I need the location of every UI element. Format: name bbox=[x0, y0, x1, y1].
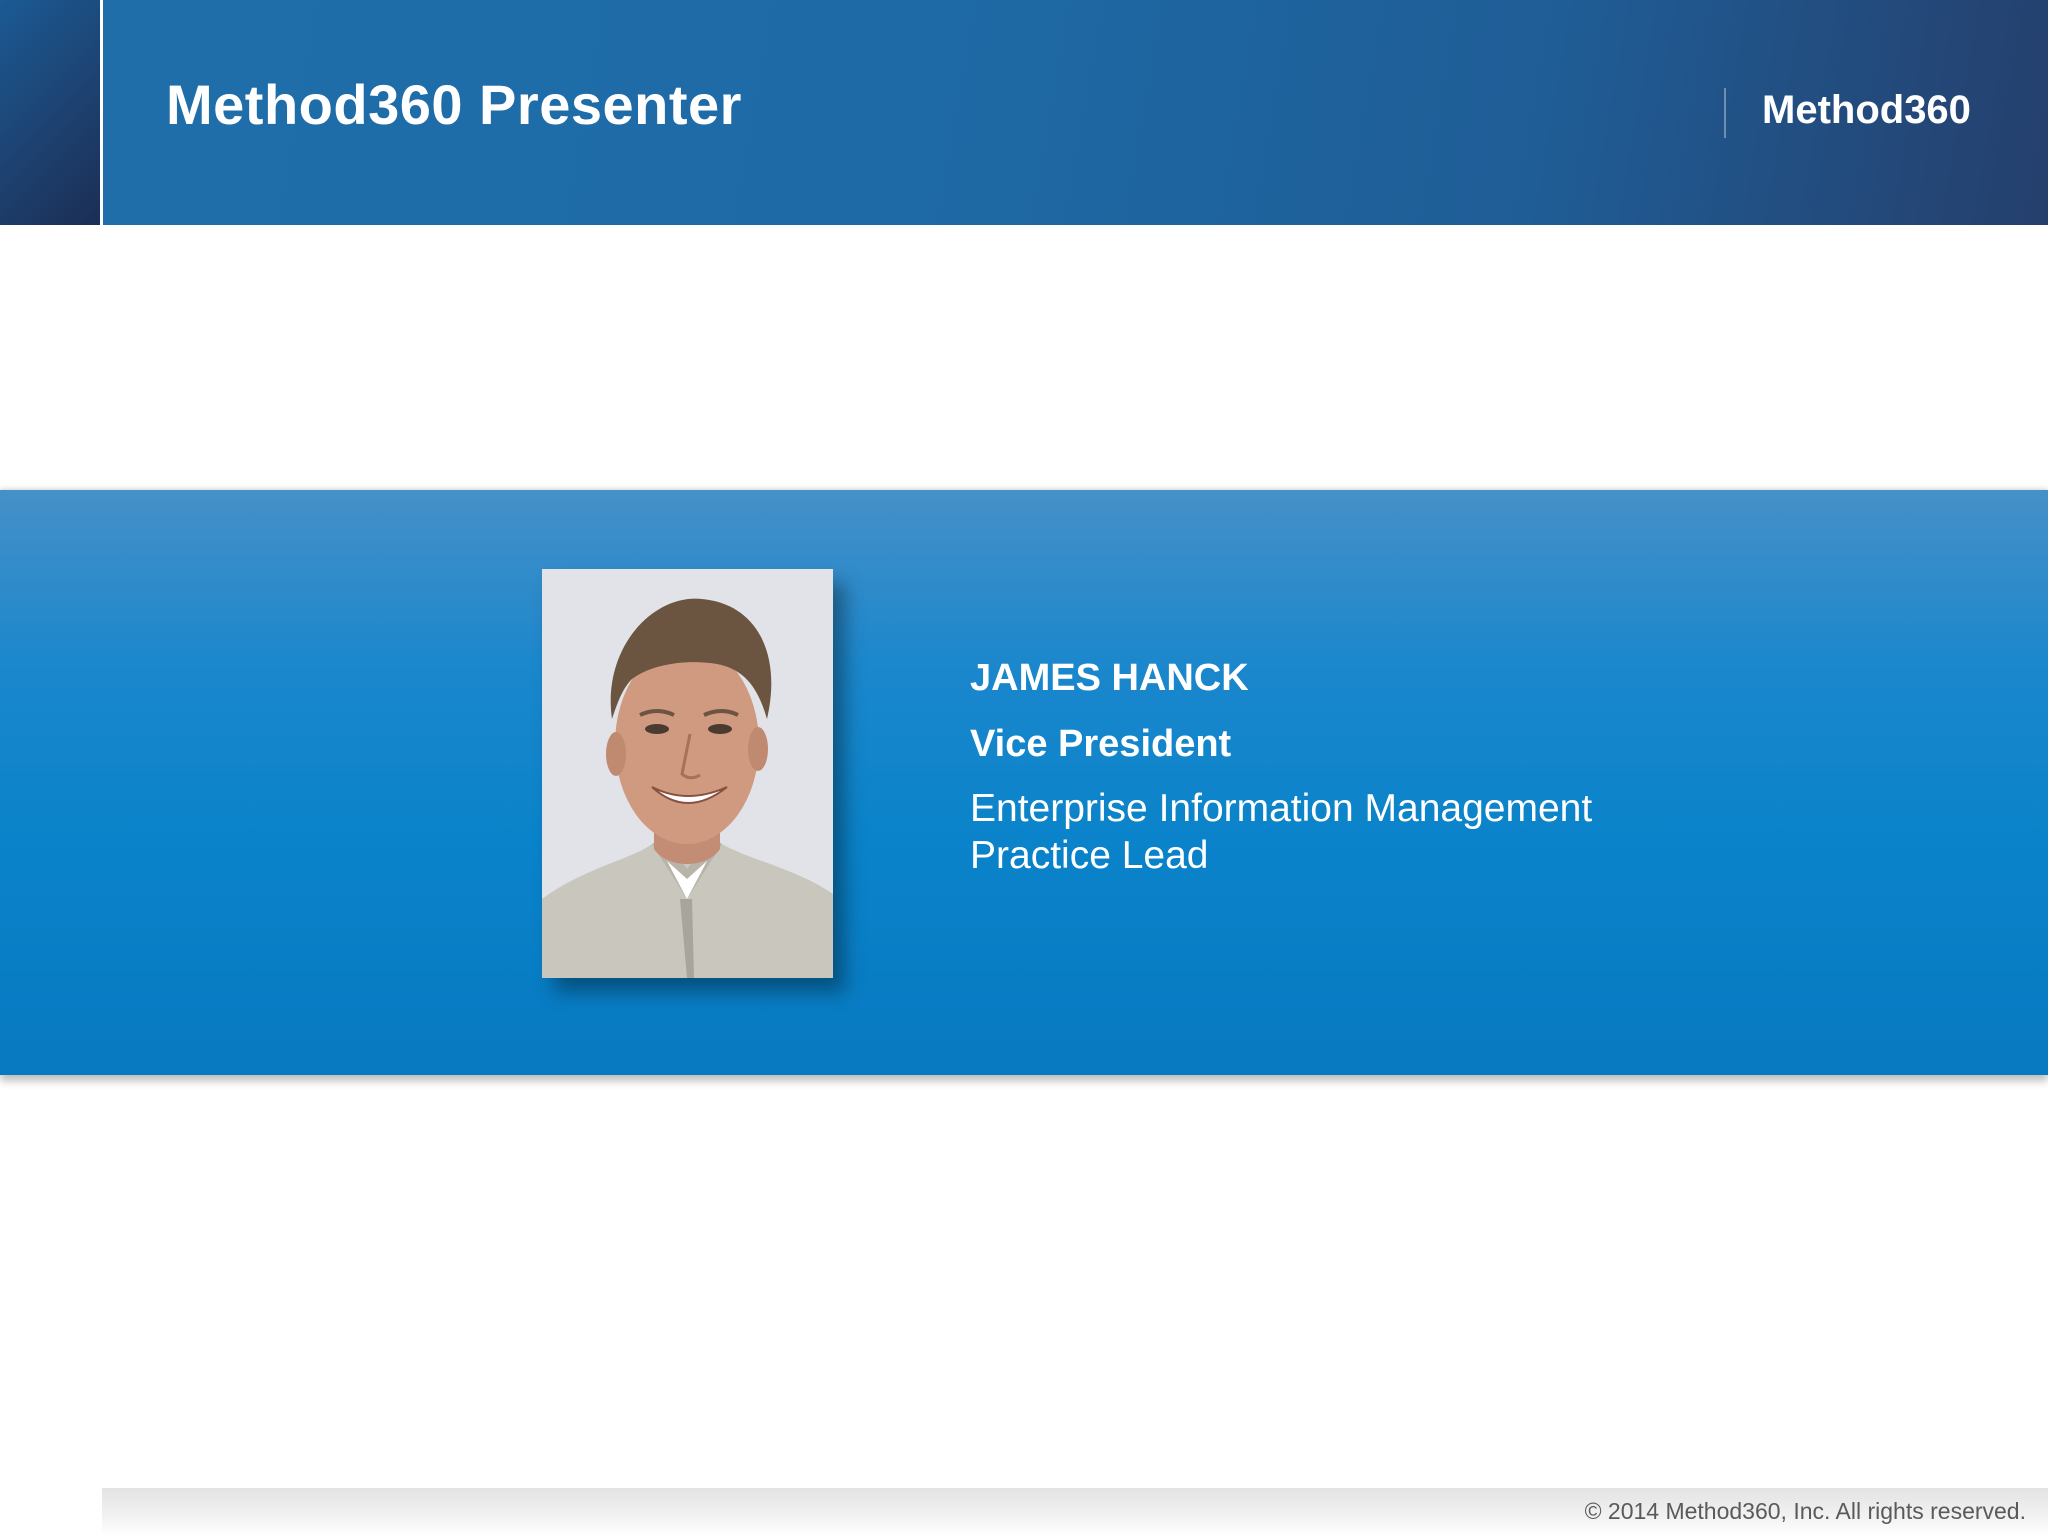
slide-title: Method360 Presenter bbox=[166, 73, 742, 136]
header-divider bbox=[100, 0, 103, 225]
copyright-notice: © 2014 Method360, Inc. All rights reserv… bbox=[1584, 1498, 2026, 1524]
presenter-photo bbox=[542, 569, 833, 978]
slide-header: Method360 Presenter Method360 bbox=[0, 0, 2048, 225]
presenter-name: JAMES HANCK bbox=[970, 657, 1249, 699]
presenter-role: Vice President bbox=[970, 723, 1232, 765]
presenter-band bbox=[0, 490, 2048, 1075]
header-accent-block bbox=[0, 0, 100, 225]
slide-footer: © 2014 Method360, Inc. All rights reserv… bbox=[102, 1488, 2048, 1536]
logo-divider bbox=[1724, 88, 1726, 138]
company-logo: Method360 bbox=[1762, 88, 1971, 132]
presenter-portrait bbox=[542, 569, 833, 978]
presenter-department: Enterprise Information Management Practi… bbox=[970, 787, 1593, 877]
